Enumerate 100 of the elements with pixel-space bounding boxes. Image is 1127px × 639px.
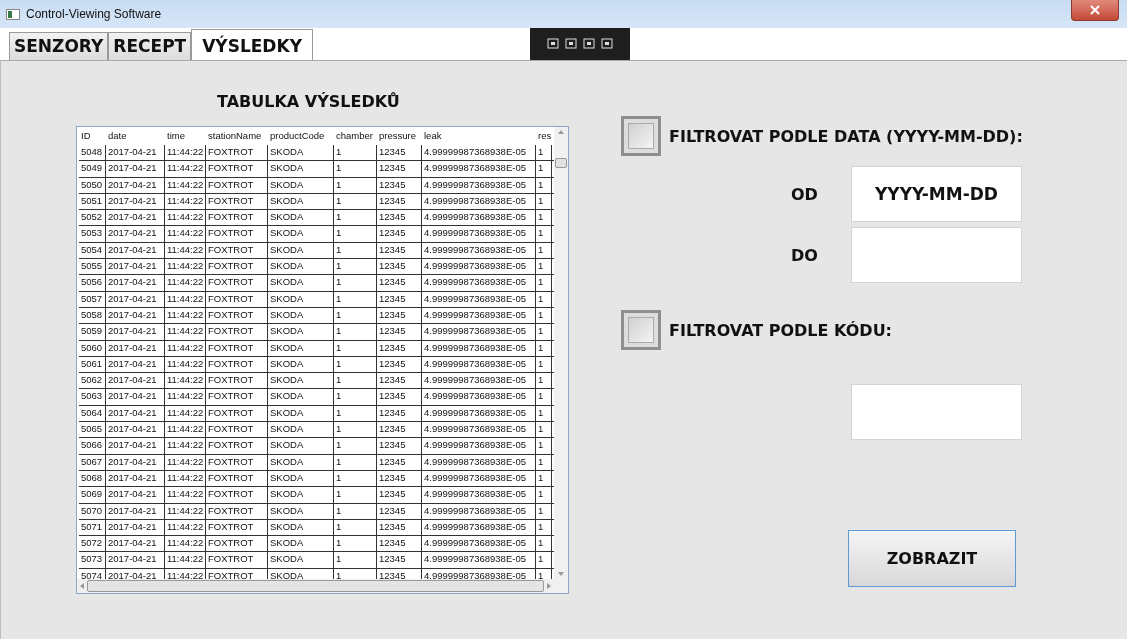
table-cell: FOXTROT <box>206 226 268 242</box>
table-cell: 11:44:22 <box>165 552 206 568</box>
table-cell: 4.99999987368938E-05 <box>422 552 536 568</box>
table-cell: 1 <box>334 193 377 210</box>
table-cell: FOXTROT <box>206 503 268 519</box>
table-cell: SKODA <box>268 422 334 438</box>
table-cell: 1 <box>334 291 377 307</box>
table-cell: 11:44:22 <box>165 356 206 373</box>
table-cell: 5049 <box>79 161 106 177</box>
table-cell: 12345 <box>377 291 422 307</box>
column-header[interactable]: res <box>536 129 552 145</box>
table-cell: 4.99999987368938E-05 <box>422 422 536 438</box>
tool-icon[interactable] <box>547 38 559 50</box>
table-cell: FOXTROT <box>206 422 268 438</box>
left-arrow-icon[interactable] <box>79 583 85 589</box>
table-cell: 4.99999987368938E-05 <box>422 161 536 177</box>
table-cell: 2017-04-21 <box>106 193 165 210</box>
table-cell: 2017-04-21 <box>106 242 165 259</box>
up-arrow-icon[interactable] <box>558 129 564 135</box>
table-cell: 11:44:22 <box>165 405 206 422</box>
table-cell: 1 <box>536 291 552 307</box>
table-cell: 5068 <box>79 470 106 487</box>
table-cell: 1 <box>334 405 377 422</box>
close-button[interactable] <box>1071 0 1119 21</box>
checkbox[interactable] <box>621 310 661 350</box>
table-cell: 11:44:22 <box>165 503 206 519</box>
table-cell: SKODA <box>268 275 334 291</box>
table-cell: 5069 <box>79 487 106 503</box>
table-cell: 4.99999987368938E-05 <box>422 389 536 405</box>
table-cell: 1 <box>536 226 552 242</box>
horizontal-scrollbar[interactable] <box>77 579 554 593</box>
down-arrow-icon[interactable] <box>558 571 564 577</box>
code-field[interactable] <box>851 384 1022 440</box>
table-cell: FOXTROT <box>206 324 268 340</box>
table-cell: 1 <box>536 161 552 177</box>
show-button[interactable]: ZOBRAZIT <box>848 530 1016 587</box>
table-cell: 11:44:22 <box>165 438 206 454</box>
tab[interactable]: RECEPT <box>108 32 192 60</box>
table-cell: 2017-04-21 <box>106 259 165 275</box>
scroll-thumb[interactable] <box>555 158 567 168</box>
table-cell: 1 <box>334 210 377 226</box>
table-cell: 1 <box>536 405 552 422</box>
table-cell: 11:44:22 <box>165 454 206 470</box>
table-cell: 2017-04-21 <box>106 438 165 454</box>
table-cell: 1 <box>334 226 377 242</box>
to-date-field[interactable] <box>851 227 1022 283</box>
table-cell: FOXTROT <box>206 275 268 291</box>
tool-icon[interactable] <box>583 38 595 50</box>
table-cell: 11:44:22 <box>165 307 206 324</box>
right-arrow-icon[interactable] <box>546 583 552 589</box>
vertical-scrollbar[interactable] <box>554 127 568 579</box>
table-cell: 1 <box>334 519 377 536</box>
table-cell: 11:44:22 <box>165 324 206 340</box>
table-cell: 12345 <box>377 438 422 454</box>
table-cell: 2017-04-21 <box>106 177 165 193</box>
table-cell: 11:44:22 <box>165 226 206 242</box>
table-cell: SKODA <box>268 470 334 487</box>
table-cell: 1 <box>536 470 552 487</box>
table-cell: SKODA <box>268 552 334 568</box>
table-cell: FOXTROT <box>206 193 268 210</box>
table-cell: 4.99999987368938E-05 <box>422 536 536 552</box>
table-cell: 2017-04-21 <box>106 487 165 503</box>
column-header[interactable]: ID <box>79 129 106 145</box>
column-header[interactable]: time <box>165 129 206 145</box>
column-header[interactable]: leak <box>422 129 536 145</box>
table-cell: 1 <box>536 389 552 405</box>
table-cell: 12345 <box>377 275 422 291</box>
table-cell: 4.99999987368938E-05 <box>422 193 536 210</box>
table-cell: 5050 <box>79 177 106 193</box>
table-cell: FOXTROT <box>206 177 268 193</box>
table-cell: 11:44:22 <box>165 177 206 193</box>
table-cell: SKODA <box>268 405 334 422</box>
table-cell: FOXTROT <box>206 454 268 470</box>
tool-icon[interactable] <box>565 38 577 50</box>
table-cell: 11:44:22 <box>165 487 206 503</box>
table-cell: 1 <box>334 242 377 259</box>
column-header[interactable]: productCode <box>268 129 334 145</box>
table-cell: 2017-04-21 <box>106 536 165 552</box>
tab[interactable]: VÝSLEDKY <box>191 29 314 60</box>
table-cell: 1 <box>334 422 377 438</box>
table-cell: 1 <box>334 275 377 291</box>
column-header[interactable]: chamber <box>334 129 377 145</box>
from-date-field[interactable]: YYYY-MM-DD <box>851 166 1022 222</box>
tool-icon[interactable] <box>601 38 613 50</box>
table-cell: 4.99999987368938E-05 <box>422 177 536 193</box>
table-cell: SKODA <box>268 487 334 503</box>
column-header[interactable]: pressure <box>377 129 422 145</box>
table-cell: 12345 <box>377 259 422 275</box>
table-cell: 2017-04-21 <box>106 389 165 405</box>
checkbox[interactable] <box>621 116 661 156</box>
table-cell: 12345 <box>377 503 422 519</box>
table-cell: 5067 <box>79 454 106 470</box>
table-cell: 11:44:22 <box>165 470 206 487</box>
tab[interactable]: SENZORY <box>9 32 109 60</box>
column-header[interactable]: date <box>106 129 165 145</box>
scroll-thumb[interactable] <box>87 580 544 592</box>
table-cell: 11:44:22 <box>165 340 206 356</box>
table-cell: 11:44:22 <box>165 193 206 210</box>
table-cell: 4.99999987368938E-05 <box>422 503 536 519</box>
column-header[interactable]: stationName <box>206 129 268 145</box>
